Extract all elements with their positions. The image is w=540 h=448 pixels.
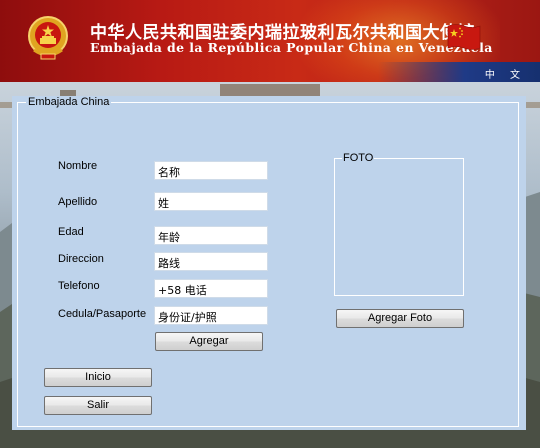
nombre-label: Nombre xyxy=(58,160,98,172)
photo-frame xyxy=(334,158,464,296)
edad-label: Edad xyxy=(58,226,84,238)
cedula-pasaporte-input[interactable]: 身份证/护照 xyxy=(154,306,268,325)
apellido-label: Apellido xyxy=(58,196,98,208)
nombre-input[interactable]: 名称 xyxy=(154,161,268,180)
edad-input[interactable]: 年龄 xyxy=(154,226,268,245)
inicio-button[interactable]: Inicio xyxy=(44,368,152,387)
embassy-banner: 中华人民共和国驻委内瑞拉玻利瓦尔共和国大使馆 Embajada de la Re… xyxy=(0,0,540,82)
direccion-input[interactable]: 路线 xyxy=(154,252,268,271)
national-emblem-icon xyxy=(28,16,68,60)
direccion-label: Direccion xyxy=(58,253,104,265)
telefono-label: Telefono xyxy=(58,280,100,292)
telefono-input[interactable]: +58 电话 xyxy=(154,279,268,298)
agregar-foto-button[interactable]: Agregar Foto xyxy=(336,309,464,328)
apellido-input[interactable]: 姓 xyxy=(154,192,268,211)
form-panel-title: Embajada China xyxy=(26,96,112,108)
salir-button[interactable]: Salir xyxy=(44,396,152,415)
language-strip xyxy=(0,62,540,82)
language-link-chinese[interactable]: 中 文 xyxy=(485,66,526,81)
embassy-title-spanish: Embajada de la República Popular China e… xyxy=(90,40,493,55)
photo-title: FOTO xyxy=(342,152,375,164)
agregar-button[interactable]: Agregar xyxy=(155,332,263,351)
cedula-pasaporte-label: Cedula/Pasaporte xyxy=(58,308,147,320)
china-flag-icon xyxy=(447,24,481,50)
